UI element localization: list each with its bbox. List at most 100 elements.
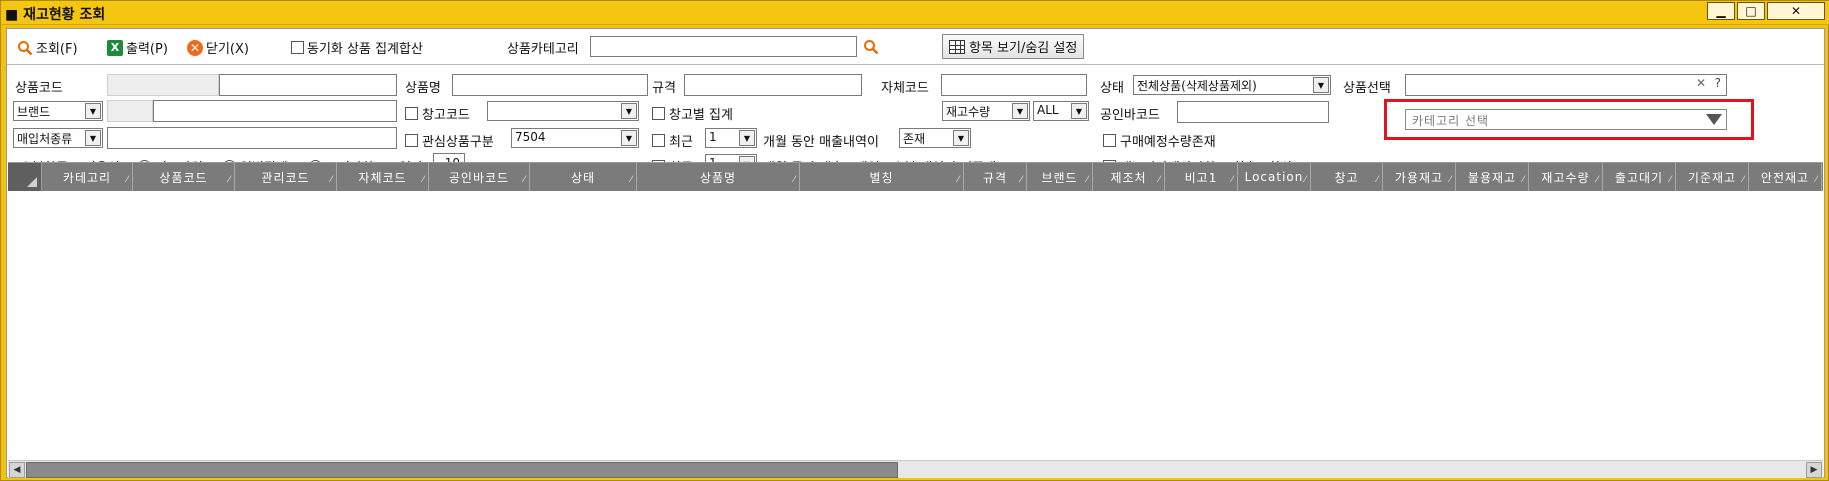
chevron-down-icon[interactable]: ▼ [621, 103, 637, 119]
chevron-down-icon[interactable]: ▼ [953, 130, 969, 146]
column-header[interactable]: 가용재고 ⁄ [1383, 163, 1456, 191]
sort-icon[interactable]: ⁄ [523, 175, 526, 185]
own-code-input[interactable] [941, 74, 1087, 96]
sync-checkbox[interactable]: 동기화 상품 집계합산 [291, 38, 423, 57]
column-header[interactable]: 비고1 ⁄ [1165, 163, 1238, 191]
barcode-input[interactable] [1177, 101, 1329, 123]
spec-input[interactable] [684, 74, 862, 96]
grid-corner[interactable] [8, 163, 42, 191]
print-button[interactable]: X 출력(P) [107, 38, 168, 57]
brand-select[interactable]: 브랜드 ▼ [13, 101, 103, 121]
warehouse-code-select[interactable]: ▼ [487, 101, 639, 121]
column-header[interactable]: 제조처 ⁄ [1093, 163, 1165, 191]
chevron-down-icon[interactable]: ▼ [85, 130, 101, 146]
scroll-right-icon[interactable]: ▶ [1806, 462, 1822, 478]
sort-icon[interactable]: ⁄ [1742, 175, 1745, 185]
interest-checkbox[interactable]: 관심상품구분 [405, 131, 494, 150]
search-button[interactable]: 조회(F) [17, 38, 78, 57]
sort-icon[interactable]: ⁄ [1596, 175, 1599, 185]
product-select-input[interactable]: ✕ ? [1405, 74, 1727, 96]
close-button[interactable]: ✕ 닫기(X) [187, 38, 249, 57]
columns-settings-button[interactable]: 항목 보기/숨김 설정 [942, 34, 1085, 59]
column-header[interactable]: 관리코드 ⁄ [235, 163, 337, 191]
purchase-qty-checkbox[interactable]: 구매예정수량존재 [1103, 131, 1216, 150]
purchase-qty-check-box[interactable] [1103, 134, 1116, 147]
column-header[interactable]: 출고대기 ⁄ [1603, 163, 1676, 191]
warehouse-code-checkbox[interactable]: 창고코드 [405, 104, 470, 123]
warehouse-code-check-box[interactable] [405, 107, 418, 120]
column-header[interactable]: 브랜드 ⁄ [1027, 163, 1093, 191]
product-name-input[interactable] [452, 74, 648, 96]
chevron-down-icon[interactable]: ▼ [1313, 77, 1329, 93]
scrollbar-thumb[interactable] [26, 462, 898, 478]
column-header[interactable]: 상태 ⁄ [530, 163, 637, 191]
sort-icon[interactable]: ⁄ [422, 175, 425, 185]
recent-sales-check-box[interactable] [652, 134, 665, 147]
sort-icon[interactable]: ⁄ [1449, 175, 1452, 185]
interest-check-box[interactable] [405, 134, 418, 147]
search-label: 조회(F) [36, 42, 78, 57]
sort-icon[interactable]: ⁄ [630, 175, 633, 185]
sort-icon[interactable]: ⁄ [228, 175, 231, 185]
sort-icon[interactable]: ⁄ [1522, 175, 1525, 185]
maximize-button[interactable]: □ [1737, 2, 1765, 20]
minimize-button[interactable]: ▁ [1707, 2, 1735, 20]
column-header[interactable]: 카테고리 ⁄ [42, 163, 133, 191]
category-select[interactable]: 카테고리 선택 [1405, 109, 1727, 130]
brand-input[interactable] [153, 100, 397, 122]
column-header[interactable]: 상품코드 ⁄ [133, 163, 235, 191]
sort-icon[interactable]: ⁄ [1231, 175, 1234, 185]
sync-check-box[interactable] [291, 41, 304, 54]
chevron-down-icon[interactable]: ▼ [1071, 103, 1087, 119]
sort-icon[interactable]: ⁄ [957, 175, 960, 185]
chevron-down-icon[interactable]: ▼ [85, 103, 101, 119]
category-search-icon[interactable] [863, 39, 879, 55]
column-header[interactable]: 안전재고 ⁄ [1749, 163, 1822, 191]
clear-icon[interactable]: ✕ [1696, 76, 1706, 90]
column-header[interactable]: 자체코드 ⁄ [337, 163, 429, 191]
sort-icon[interactable]: ⁄ [1669, 175, 1672, 185]
sort-icon[interactable]: ⁄ [1086, 175, 1089, 185]
status-select[interactable]: 전체상품(삭제상품제외) ▼ [1133, 75, 1331, 95]
sort-icon[interactable]: ⁄ [1158, 175, 1161, 185]
sort-icon[interactable]: ⁄ [1376, 175, 1379, 185]
interest-select[interactable]: 7504 ▼ [511, 128, 639, 148]
sort-icon[interactable]: ⁄ [793, 175, 796, 185]
warehouse-sum-checkbox[interactable]: 창고별 집계 [652, 104, 733, 123]
stock-all-select-value: ALL [1037, 103, 1059, 117]
warehouse-sum-check-box[interactable] [652, 107, 665, 120]
column-header[interactable]: 공인바코드 ⁄ [429, 163, 530, 191]
help-icon[interactable]: ? [1715, 76, 1721, 90]
chevron-down-icon[interactable]: ▼ [739, 130, 755, 146]
column-header[interactable]: 상품명 ⁄ [637, 163, 800, 191]
sort-icon[interactable]: ⁄ [1815, 175, 1818, 185]
recent-sales-checkbox[interactable]: 최근 [652, 131, 693, 150]
scroll-left-icon[interactable]: ◀ [9, 462, 25, 478]
stock-qty-select[interactable]: 재고수량 ▼ [942, 101, 1030, 121]
stock-all-select[interactable]: ALL ▼ [1033, 101, 1089, 121]
sort-icon[interactable]: ⁄ [330, 175, 333, 185]
sort-icon[interactable]: ⁄ [126, 175, 129, 185]
column-header[interactable]: Location ⁄ [1238, 163, 1311, 191]
column-header[interactable]: 기준재고 ⁄ [1676, 163, 1749, 191]
column-header[interactable]: 창고 ⁄ [1311, 163, 1383, 191]
column-header[interactable]: 규격 ⁄ [964, 163, 1027, 191]
column-header[interactable]: 별칭 ⁄ [800, 163, 964, 191]
spec-label: 규격 [652, 81, 676, 96]
category-input[interactable] [590, 36, 857, 57]
chevron-down-icon[interactable]: ▼ [1012, 103, 1028, 119]
column-header[interactable]: 불용재고 ⁄ [1456, 163, 1529, 191]
supplier-input[interactable] [107, 127, 397, 149]
close-window-button[interactable]: ✕ [1767, 2, 1825, 20]
column-header[interactable]: 재고수량 ⁄ [1529, 163, 1603, 191]
sort-icon[interactable]: ⁄ [1020, 175, 1023, 185]
supplier-type-select[interactable]: 매입처종류 ▼ [13, 128, 103, 148]
sort-icon[interactable]: ⁄ [1304, 175, 1307, 185]
triangle-down-icon[interactable] [1706, 114, 1722, 125]
recent-months-select-1[interactable]: 1 ▼ [705, 128, 757, 148]
chevron-down-icon[interactable]: ▼ [621, 130, 637, 146]
exists-select[interactable]: 존재 ▼ [899, 128, 971, 148]
grid-icon [949, 39, 965, 54]
product-code-input[interactable] [219, 74, 397, 96]
horizontal-scrollbar[interactable]: ◀ ▶ [8, 460, 1823, 478]
